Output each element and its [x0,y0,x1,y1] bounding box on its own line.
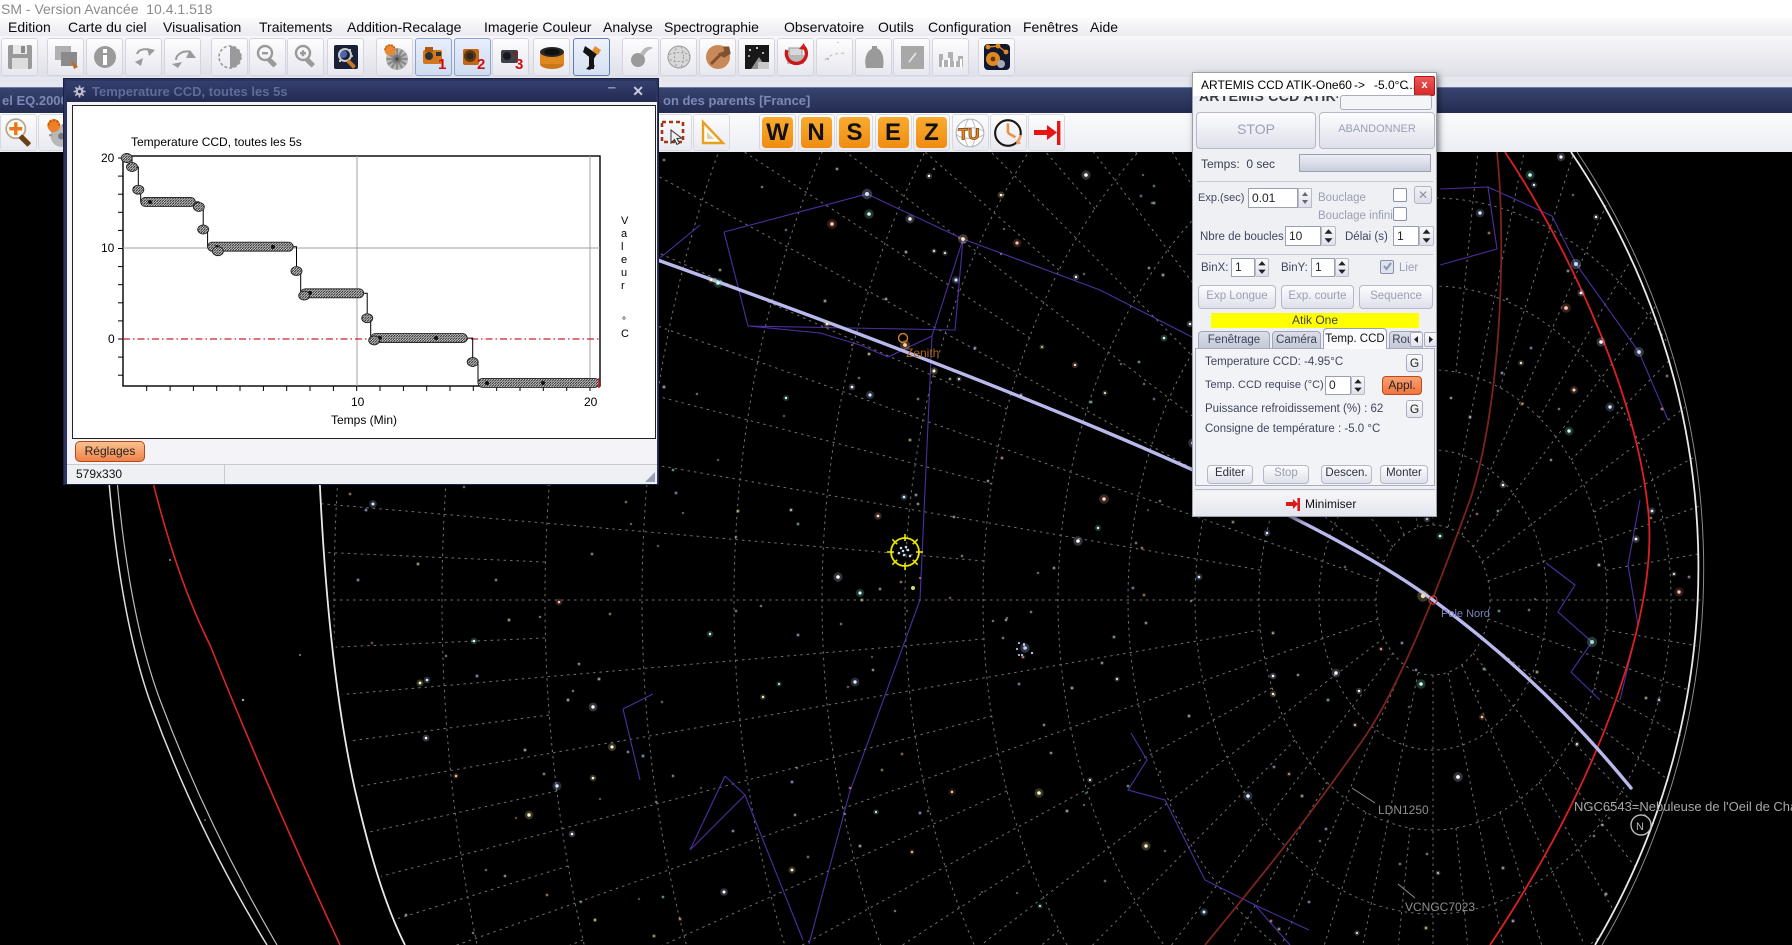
svg-text:LDN1250: LDN1250 [1378,803,1429,817]
svg-text:1: 1 [438,56,446,72]
svg-text:a: a [621,228,628,240]
svg-text:0: 0 [108,332,115,346]
svg-text:r: r [621,280,625,292]
svg-text:V: V [621,215,629,227]
svg-text:l: l [621,241,623,253]
svg-text:NGC6543=Nebuleuse de l'Oeil de: NGC6543=Nebuleuse de l'Oeil de Cha [1574,799,1792,814]
svg-text:C: C [621,328,629,340]
svg-text:10: 10 [101,241,115,255]
svg-text:3: 3 [515,56,523,72]
svg-text:N: N [1636,821,1644,833]
svg-text:Temps (Min): Temps (Min) [331,413,397,427]
svg-text:20: 20 [101,151,115,165]
svg-text:e: e [621,254,627,266]
svg-text:2: 2 [477,56,485,72]
svg-text:u: u [621,267,627,279]
svg-text:TU: TU [958,126,979,143]
svg-text:°: ° [622,316,626,327]
svg-text:Zenith: Zenith [906,346,939,360]
svg-text:Temperature CCD, toutes les 5s: Temperature CCD, toutes les 5s [131,135,302,149]
svg-text:10: 10 [351,395,365,409]
svg-text:20: 20 [584,395,598,409]
svg-text:VCNGC7023: VCNGC7023 [1405,900,1475,914]
svg-text:Pole Nord: Pole Nord [1441,608,1490,620]
